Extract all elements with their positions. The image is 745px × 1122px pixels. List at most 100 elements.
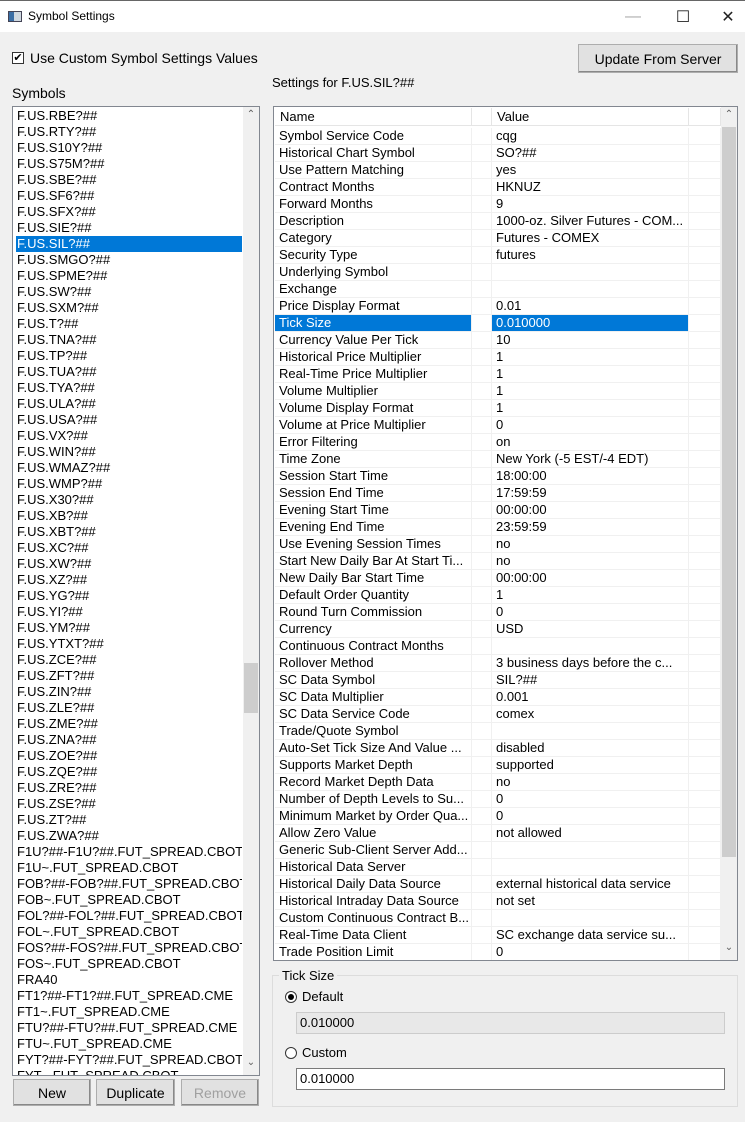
settings-row[interactable]: Minimum Market by Order Qua... 0: [275, 808, 721, 825]
duplicate-button[interactable]: Duplicate: [96, 1079, 175, 1106]
settings-row[interactable]: Tick Size 0.010000: [275, 315, 721, 332]
close-button[interactable]: ✕: [705, 1, 745, 33]
symbol-list-item[interactable]: F.US.S75M?##: [16, 156, 242, 172]
settings-row[interactable]: Error Filtering on: [275, 434, 721, 451]
symbol-list-item[interactable]: F.US.ZFT?##: [16, 668, 242, 684]
symbol-list-item[interactable]: FRA40: [16, 972, 242, 988]
symbol-list-item[interactable]: F.US.ZNA?##: [16, 732, 242, 748]
settings-row[interactable]: Currency Value Per Tick 10: [275, 332, 721, 349]
symbol-list-item[interactable]: F.US.TYA?##: [16, 380, 242, 396]
settings-row[interactable]: Volume at Price Multiplier 0: [275, 417, 721, 434]
settings-row[interactable]: Auto-Set Tick Size And Value ... disabled: [275, 740, 721, 757]
symbol-list-item[interactable]: FT1?##-FT1?##.FUT_SPREAD.CME: [16, 988, 242, 1004]
settings-row[interactable]: SC Data Symbol SIL?##: [275, 672, 721, 689]
symbol-list-item[interactable]: FT1~.FUT_SPREAD.CME: [16, 1004, 242, 1020]
symbol-list-item[interactable]: F.US.ZQE?##: [16, 764, 242, 780]
settings-row[interactable]: Evening Start Time 00:00:00: [275, 502, 721, 519]
settings-row[interactable]: Historical Data Server: [275, 859, 721, 876]
symbol-list-item[interactable]: F.US.XB?##: [16, 508, 242, 524]
settings-row[interactable]: Trade/Quote Symbol: [275, 723, 721, 740]
symbol-list-item[interactable]: FYT~.FUT_SPREAD.CBOT: [16, 1068, 242, 1075]
symbol-list-item[interactable]: F.US.ZME?##: [16, 716, 242, 732]
symbol-list-item[interactable]: F.US.SMGO?##: [16, 252, 242, 268]
settings-row[interactable]: Trade Position Limit 0: [275, 944, 721, 960]
symbol-list-item[interactable]: F.US.ZWA?##: [16, 828, 242, 844]
settings-row[interactable]: Allow Zero Value not allowed: [275, 825, 721, 842]
symbol-list-item[interactable]: F.US.XZ?##: [16, 572, 242, 588]
settings-row[interactable]: Price Display Format 0.01: [275, 298, 721, 315]
settings-row[interactable]: Underlying Symbol: [275, 264, 721, 281]
symbol-list-item[interactable]: F.US.SPME?##: [16, 268, 242, 284]
settings-row[interactable]: Real-Time Price Multiplier 1: [275, 366, 721, 383]
settings-row[interactable]: Session Start Time 18:00:00: [275, 468, 721, 485]
settings-row[interactable]: Symbol Service Code cqg: [275, 128, 721, 145]
symbols-scrollbar[interactable]: ⌃ ⌄: [243, 107, 259, 1075]
symbol-list-item[interactable]: F.US.TP?##: [16, 348, 242, 364]
update-from-server-button[interactable]: Update From Server: [578, 44, 738, 73]
column-header-value[interactable]: Value: [492, 108, 689, 126]
symbol-list-item[interactable]: F.US.XBT?##: [16, 524, 242, 540]
new-button[interactable]: New: [13, 1079, 91, 1106]
symbol-list-item[interactable]: F.US.SW?##: [16, 284, 242, 300]
settings-row[interactable]: Generic Sub-Client Server Add...: [275, 842, 721, 859]
symbol-list-item[interactable]: F.US.USA?##: [16, 412, 242, 428]
settings-row[interactable]: SC Data Multiplier 0.001: [275, 689, 721, 706]
symbol-list-item[interactable]: F.US.YTXT?##: [16, 636, 242, 652]
settings-row[interactable]: Description 1000-oz. Silver Futures - COM…: [275, 213, 721, 230]
symbol-list-item[interactable]: F.US.XC?##: [16, 540, 242, 556]
symbol-list-item[interactable]: FYT?##-FYT?##.FUT_SPREAD.CBOT: [16, 1052, 242, 1068]
symbol-list-item[interactable]: F.US.RBE?##: [16, 108, 242, 124]
maximize-button[interactable]: ☐: [660, 1, 706, 33]
symbol-list-item[interactable]: F.US.WIN?##: [16, 444, 242, 460]
symbol-list-item[interactable]: F.US.YM?##: [16, 620, 242, 636]
settings-row[interactable]: Forward Months 9: [275, 196, 721, 213]
settings-row[interactable]: Historical Intraday Data Source not set: [275, 893, 721, 910]
symbol-list-item[interactable]: F.US.YG?##: [16, 588, 242, 604]
symbol-list-item[interactable]: F.US.RTY?##: [16, 124, 242, 140]
settings-row[interactable]: Historical Price Multiplier 1: [275, 349, 721, 366]
settings-row[interactable]: Historical Chart Symbol SO?##: [275, 145, 721, 162]
settings-row[interactable]: Time Zone New York (-5 EST/-4 EDT): [275, 451, 721, 468]
settings-row[interactable]: Use Evening Session Times no: [275, 536, 721, 553]
scroll-thumb[interactable]: [722, 127, 736, 857]
symbol-list-item[interactable]: F.US.WMAZ?##: [16, 460, 242, 476]
column-header-name[interactable]: Name: [275, 108, 472, 126]
symbol-list-item[interactable]: F.US.X30?##: [16, 492, 242, 508]
symbol-list-item[interactable]: F.US.SBE?##: [16, 172, 242, 188]
settings-row[interactable]: Round Turn Commission 0: [275, 604, 721, 621]
settings-row[interactable]: Evening End Time 23:59:59: [275, 519, 721, 536]
symbol-list-item[interactable]: FOS?##-FOS?##.FUT_SPREAD.CBOT: [16, 940, 242, 956]
symbol-list-item[interactable]: F.US.ZCE?##: [16, 652, 242, 668]
settings-row[interactable]: New Daily Bar Start Time 00:00:00: [275, 570, 721, 587]
settings-row[interactable]: Continuous Contract Months: [275, 638, 721, 655]
settings-row[interactable]: Historical Daily Data Source external his…: [275, 876, 721, 893]
settings-row[interactable]: Category Futures - COMEX: [275, 230, 721, 247]
symbol-list-item[interactable]: F1U?##-F1U?##.FUT_SPREAD.CBOT: [16, 844, 242, 860]
settings-row[interactable]: Contract Months HKNUZ: [275, 179, 721, 196]
custom-radio[interactable]: [285, 1047, 297, 1059]
scroll-thumb[interactable]: [244, 663, 258, 713]
settings-row[interactable]: Custom Continuous Contract B...: [275, 910, 721, 927]
symbol-list-item[interactable]: FOS~.FUT_SPREAD.CBOT: [16, 956, 242, 972]
symbols-list[interactable]: F.US.RBE?## F.US.RTY?## F.US.S10Y?## F.US.S…: [12, 106, 260, 1076]
symbol-list-item[interactable]: F.US.WMP?##: [16, 476, 242, 492]
settings-row[interactable]: Number of Depth Levels to Su... 0: [275, 791, 721, 808]
settings-row[interactable]: Session End Time 17:59:59: [275, 485, 721, 502]
minimize-button[interactable]: —: [610, 1, 656, 33]
settings-row[interactable]: Use Pattern Matching yes: [275, 162, 721, 179]
symbol-list-item[interactable]: F.US.XW?##: [16, 556, 242, 572]
symbol-list-item[interactable]: F.US.TUA?##: [16, 364, 242, 380]
symbol-list-item[interactable]: F.US.ZLE?##: [16, 700, 242, 716]
symbol-list-item[interactable]: FTU~.FUT_SPREAD.CME: [16, 1036, 242, 1052]
symbol-list-item[interactable]: F.US.SXM?##: [16, 300, 242, 316]
settings-row[interactable]: Supports Market Depth supported: [275, 757, 721, 774]
scroll-up-icon[interactable]: ⌃: [243, 109, 259, 120]
symbol-list-item[interactable]: F.US.SIE?##: [16, 220, 242, 236]
scroll-up-icon[interactable]: ⌃: [721, 109, 737, 120]
symbol-list-item[interactable]: F.US.SIL?##: [16, 236, 242, 252]
symbol-list-item[interactable]: FOB?##-FOB?##.FUT_SPREAD.CBOT: [16, 876, 242, 892]
settings-row[interactable]: Rollover Method 3 business days before th…: [275, 655, 721, 672]
settings-row[interactable]: Start New Daily Bar At Start Ti... no: [275, 553, 721, 570]
settings-scrollbar[interactable]: ⌃ ⌄: [721, 107, 737, 960]
symbol-list-item[interactable]: FOB~.FUT_SPREAD.CBOT: [16, 892, 242, 908]
